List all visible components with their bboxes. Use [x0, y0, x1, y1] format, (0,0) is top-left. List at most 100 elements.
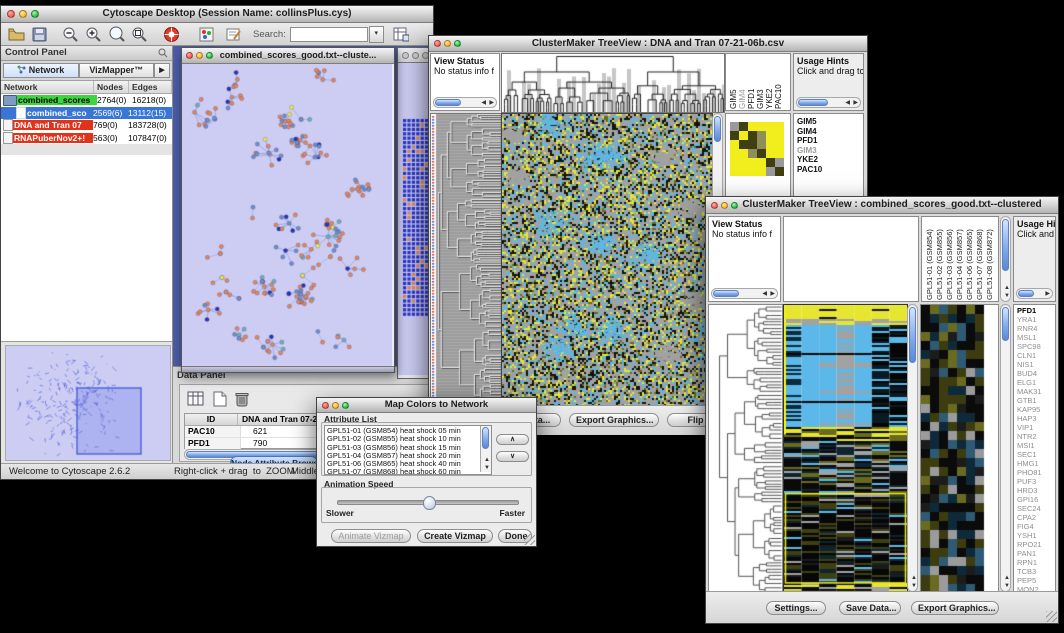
- resize-grip[interactable]: [524, 534, 535, 545]
- export-graphics-button[interactable]: Export Graphics...: [569, 413, 659, 427]
- zoom-out-icon[interactable]: [59, 23, 82, 45]
- float-panel-icon[interactable]: [158, 48, 168, 58]
- col-id[interactable]: ID: [185, 414, 238, 425]
- zoom-matrix-cell[interactable]: [757, 122, 766, 131]
- attribute-listbox[interactable]: GPL51-01 (GSM854) heat shock 05 minGPL51…: [324, 425, 492, 475]
- zoom-matrix-cell[interactable]: [757, 158, 766, 167]
- move-down-button[interactable]: ∨: [496, 451, 529, 462]
- minimize-button[interactable]: [412, 52, 419, 59]
- tv2-hints-scrollbar[interactable]: ▶: [1016, 288, 1053, 299]
- zoom-matrix-cell[interactable]: [775, 131, 784, 140]
- close-button[interactable]: [7, 10, 15, 18]
- zoom-matrix-cell[interactable]: [739, 140, 748, 149]
- zoom-matrix-cell[interactable]: [730, 149, 739, 158]
- tv2-row-dendrogram[interactable]: [708, 304, 783, 594]
- attribute-browser-icon[interactable]: [390, 23, 413, 45]
- zoom-matrix-cell[interactable]: [739, 122, 748, 131]
- zoom-matrix-cell[interactable]: [757, 131, 766, 140]
- zoom-matrix-cell[interactable]: [730, 158, 739, 167]
- zoom-matrix-cell[interactable]: [775, 140, 784, 149]
- tab-vizmapper[interactable]: VizMapper™: [79, 63, 155, 78]
- animate-vizmap-button[interactable]: Animate Vizmap: [331, 529, 411, 543]
- resize-grip[interactable]: [1046, 611, 1057, 622]
- tv2-titlebar[interactable]: ClusterMaker TreeView : combined_scores_…: [706, 197, 1058, 214]
- attribute-select-icon[interactable]: [184, 388, 207, 410]
- zoom-matrix-cell[interactable]: [766, 149, 775, 158]
- tv1-heatmap[interactable]: [501, 113, 713, 408]
- zoom-button[interactable]: [342, 402, 349, 409]
- tv1-titlebar[interactable]: ClusterMaker TreeView : DNA and Tran 07-…: [429, 36, 867, 52]
- tv2-column-dendrogram-area[interactable]: [783, 216, 919, 302]
- zoom-matrix-cell[interactable]: [748, 140, 757, 149]
- close-button[interactable]: [434, 40, 441, 47]
- zoom-matrix-cell[interactable]: [757, 140, 766, 149]
- tv2-zoom-view[interactable]: [920, 304, 999, 594]
- network-window-a[interactable]: combined_scores_good.txt--cluste...: [181, 47, 395, 373]
- tv1-column-dendrogram[interactable]: [501, 53, 725, 113]
- tv2-heatmap[interactable]: [783, 304, 908, 594]
- close-button[interactable]: [711, 202, 718, 209]
- zoom-matrix-cell[interactable]: [766, 122, 775, 131]
- zoom-matrix-cell[interactable]: [739, 167, 748, 176]
- move-up-button[interactable]: ∧: [496, 434, 529, 445]
- zoom-matrix-cell[interactable]: [766, 158, 775, 167]
- zoom-matrix-cell[interactable]: [739, 149, 748, 158]
- settings-button[interactable]: Settings...: [766, 601, 826, 615]
- main-titlebar[interactable]: Cytoscape Desktop (Session Name: collins…: [1, 6, 433, 23]
- tv1-status-scrollbar[interactable]: ◀▶: [433, 97, 497, 108]
- zoom-matrix-cell[interactable]: [748, 149, 757, 158]
- save-data-button[interactable]: Save Data...: [839, 601, 901, 615]
- minimize-button[interactable]: [19, 10, 27, 18]
- attribute-list-scrollbar[interactable]: ▲▼: [480, 426, 491, 472]
- zoom-matrix-cell[interactable]: [757, 149, 766, 158]
- tv2-status-scrollbar[interactable]: ◀▶: [711, 288, 778, 299]
- zoom-matrix-cell[interactable]: [748, 167, 757, 176]
- create-vizmap-button[interactable]: Create Vizmap: [417, 529, 493, 543]
- network-table-row[interactable]: combined_scores2764(0)16218(0): [1, 94, 172, 107]
- tv1-hints-scrollbar[interactable]: ◀▶: [796, 97, 861, 108]
- network-view[interactable]: [182, 64, 392, 366]
- zoom-selected-icon[interactable]: [105, 23, 128, 45]
- zoom-button[interactable]: [731, 202, 738, 209]
- tab-more[interactable]: ▶: [154, 63, 170, 78]
- zoom-matrix-cell[interactable]: [775, 158, 784, 167]
- annotation-icon[interactable]: [222, 23, 245, 45]
- zoom-matrix-cell[interactable]: [766, 131, 775, 140]
- zoom-matrix-cell[interactable]: [775, 149, 784, 158]
- zoom-matrix-cell[interactable]: [739, 158, 748, 167]
- help-lifering-icon[interactable]: [160, 23, 183, 45]
- tv2-zoom-vscrollbar[interactable]: ▲▼: [1000, 304, 1011, 592]
- network-overview[interactable]: [5, 345, 171, 461]
- network-table-row[interactable]: DNA and Tran 07769(0)183728(0): [1, 119, 172, 132]
- network-table-row[interactable]: RNAPuberNov2+!563(0)107847(0): [1, 132, 172, 145]
- zoom-matrix-cell[interactable]: [748, 131, 757, 140]
- minimize-button[interactable]: [332, 402, 339, 409]
- tv2-labels-scrollbar[interactable]: ▲▼: [1000, 216, 1011, 302]
- search-input[interactable]: [290, 27, 368, 42]
- zoom-fit-icon[interactable]: [128, 23, 151, 45]
- tab-network[interactable]: Network: [3, 63, 79, 78]
- dialog-titlebar[interactable]: Map Colors to Network: [317, 398, 536, 413]
- minimize-button[interactable]: [444, 40, 451, 47]
- zoom-matrix-cell[interactable]: [730, 131, 739, 140]
- zoom-matrix-cell[interactable]: [766, 167, 775, 176]
- close-button[interactable]: [186, 52, 193, 59]
- network-table-row[interactable]: combined_sco2569(6)13112(15): [1, 107, 172, 120]
- zoom-button[interactable]: [206, 52, 213, 59]
- zoom-matrix-cell[interactable]: [748, 122, 757, 131]
- zoom-matrix-cell[interactable]: [730, 122, 739, 131]
- open-file-button[interactable]: [5, 23, 28, 45]
- zoom-button[interactable]: [454, 40, 461, 47]
- close-button[interactable]: [322, 402, 329, 409]
- minimize-button[interactable]: [196, 52, 203, 59]
- zoom-matrix-cell[interactable]: [766, 140, 775, 149]
- save-session-button[interactable]: [28, 23, 51, 45]
- delete-attribute-trash-icon[interactable]: [230, 388, 253, 410]
- zoom-matrix-cell[interactable]: [748, 158, 757, 167]
- zoom-matrix-cell[interactable]: [775, 167, 784, 176]
- tv2-heatmap-vscrollbar[interactable]: ▲▼: [907, 304, 918, 592]
- animation-speed-slider[interactable]: [337, 500, 519, 505]
- zoom-matrix-cell[interactable]: [757, 167, 766, 176]
- zoom-matrix-cell[interactable]: [775, 122, 784, 131]
- tv1-row-dendrogram[interactable]: [430, 113, 502, 408]
